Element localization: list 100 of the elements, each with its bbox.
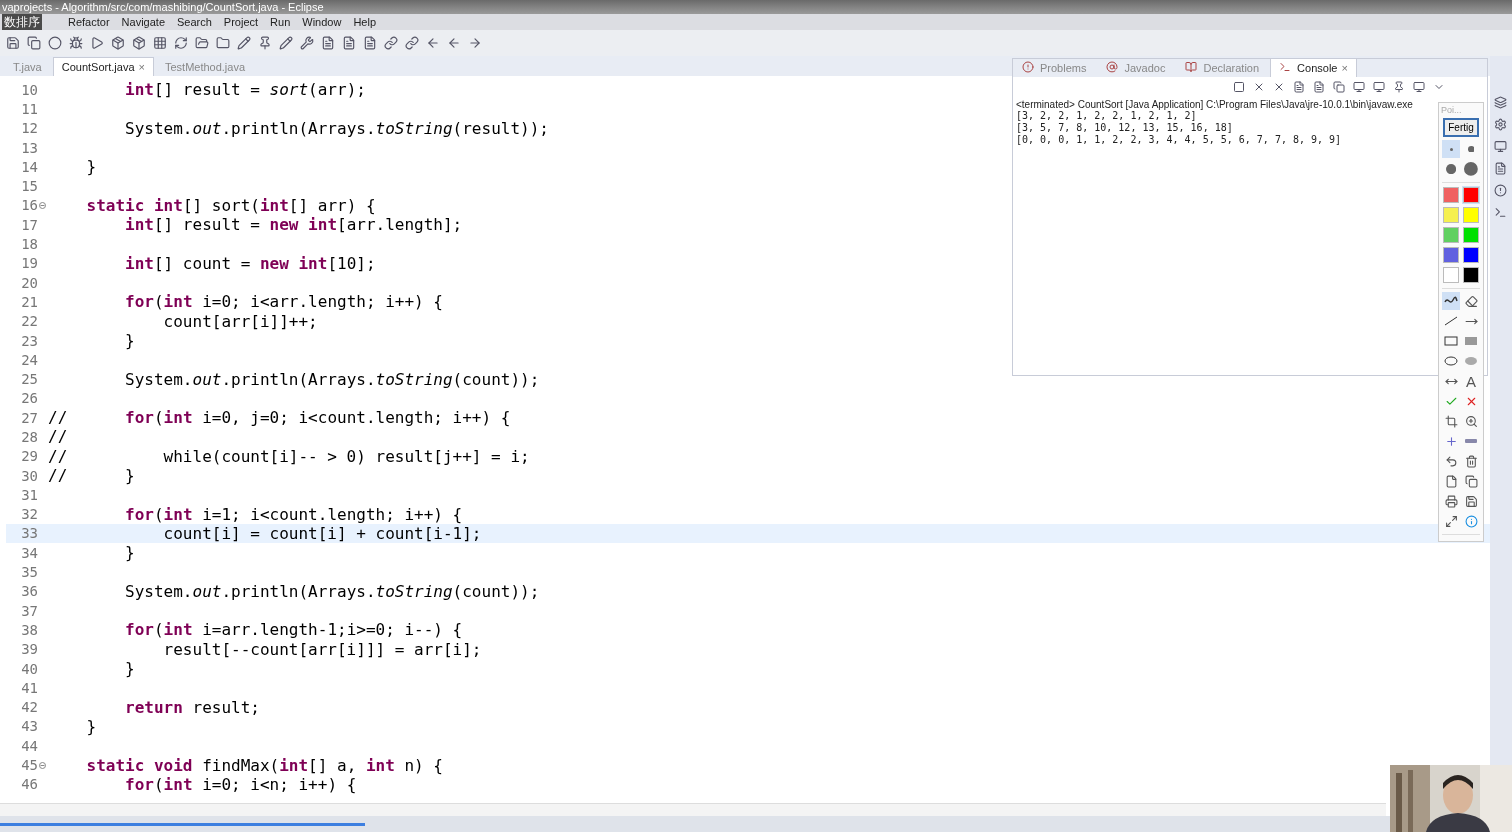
line-number: 37 [20, 602, 38, 619]
code-line: return result; [124, 697, 260, 717]
line-number: 12 [20, 120, 38, 137]
line-number: 29 [20, 448, 38, 465]
line-icon [1444, 316, 1458, 326]
code-line: static void findMax(int[] a, int n) { [85, 755, 443, 775]
bug-icon[interactable] [69, 36, 83, 50]
code-line: for(int i=0; i<arr.length; i++) { [124, 292, 443, 312]
folder-icon[interactable] [216, 36, 230, 50]
terminal-icon[interactable] [1494, 206, 1508, 220]
code-line: int[] result = sort(arr); [124, 80, 366, 100]
settings-icon[interactable] [1494, 118, 1508, 132]
plus-icon [1444, 434, 1458, 448]
dot-icon [1464, 162, 1478, 176]
document-icon[interactable] [1494, 162, 1508, 176]
fold-icon[interactable] [38, 201, 46, 209]
info-icon [1464, 514, 1478, 528]
monitor-icon[interactable] [1353, 81, 1367, 95]
code-line: int[] count = new int[10]; [124, 253, 376, 273]
code-line: } [124, 659, 135, 679]
line-number: 31 [20, 486, 38, 503]
stop-icon[interactable] [1233, 81, 1247, 95]
save-icon[interactable] [6, 36, 20, 50]
link-icon[interactable] [384, 36, 398, 50]
line-number: 10 [20, 81, 38, 98]
line-number: 42 [20, 699, 38, 716]
console-output: [0, 0, 0, 1, 1, 2, 2, 3, 4, 4, 5, 5, 6, 7, 7, 8, 9, 9] [1016, 134, 1342, 146]
menu-item[interactable]: Refactor [68, 16, 110, 28]
folder-icon[interactable] [195, 36, 209, 50]
line-number: 35 [20, 564, 38, 581]
editor-tab[interactable]: CountSort.java × [52, 57, 154, 76]
line-number: 14 [20, 158, 38, 175]
wrench-icon[interactable] [300, 36, 314, 50]
ellipse-icon [1444, 356, 1458, 366]
line-number: 15 [20, 178, 38, 195]
line-number: 34 [20, 544, 38, 561]
link-icon[interactable] [405, 36, 419, 50]
pin-icon[interactable] [258, 36, 272, 50]
copy-icon[interactable] [1333, 81, 1347, 95]
done-button[interactable]: Fertig [1443, 118, 1479, 137]
monitor-icon[interactable] [1373, 81, 1387, 95]
undo-icon [1444, 454, 1458, 468]
close-icon[interactable]: × [138, 61, 145, 73]
menu-item[interactable]: Run [270, 16, 291, 28]
layers-icon[interactable] [1494, 96, 1508, 110]
monitor-icon[interactable] [1494, 140, 1508, 154]
minus-icon [1465, 439, 1477, 443]
zoom-icon [1464, 414, 1478, 428]
code-line: } [85, 716, 97, 736]
menu-item[interactable]: Search [177, 16, 212, 28]
dot-icon [1449, 147, 1453, 151]
grid-icon[interactable] [153, 36, 167, 50]
alert-icon [1022, 61, 1036, 75]
document-icon[interactable] [342, 36, 356, 50]
play-icon[interactable] [90, 36, 104, 50]
pencil-icon[interactable] [237, 36, 251, 50]
code-line: for(int i=0; i<n; i++) { [124, 774, 357, 794]
alert-icon[interactable] [1494, 184, 1508, 198]
package-icon[interactable] [132, 36, 146, 50]
console-output: [3, 5, 7, 8, 10, 12, 13, 15, 16, 18] [1016, 122, 1233, 134]
code-line: for(int i=1; i<count.length; i++) { [124, 504, 463, 524]
document-icon[interactable] [321, 36, 335, 50]
code-line: System.out.println(Arrays.toString(result)); [124, 118, 549, 138]
eraser-icon [1464, 294, 1478, 308]
console-header: <terminated> CountSort [Java Application] C:\Program Files\Java\jre-10.0.1\bin\javaw.exe [1016, 99, 1413, 110]
brush-size-button[interactable] [1462, 160, 1480, 178]
menu-item[interactable]: Project [223, 16, 259, 28]
page-icon [1444, 474, 1458, 488]
text-tool-button[interactable]: A [1462, 372, 1480, 390]
menu-item[interactable]: Help [353, 16, 377, 28]
fold-icon[interactable] [38, 761, 46, 769]
code-line: // while(count[i]-- > 0) result[j++] = i; [47, 446, 530, 466]
code-line: } [85, 157, 97, 177]
line-number: 27 [20, 409, 38, 426]
copy-tool-button[interactable] [1462, 472, 1480, 490]
line-number: 44 [20, 737, 38, 754]
print-tool-button[interactable] [1442, 492, 1460, 510]
document-icon[interactable] [363, 36, 377, 50]
code-line: result[--count[arr[i]]] = arr[i]; [162, 639, 482, 659]
circle-icon[interactable] [48, 36, 62, 50]
close-icon[interactable]: × [1341, 62, 1348, 74]
menu-item[interactable]: Window [302, 16, 342, 28]
line-number: 36 [20, 583, 38, 600]
document-icon[interactable] [1313, 81, 1327, 95]
wave-tool-button[interactable] [1442, 292, 1460, 310]
horizontal-scrollbar[interactable] [0, 803, 1386, 816]
book-icon [1185, 61, 1200, 75]
pencil-icon[interactable] [279, 36, 293, 50]
package-icon[interactable] [111, 36, 125, 50]
code-line: for(int i=arr.length-1;i>=0; i--) { [124, 620, 463, 640]
menu-item[interactable]: Navigate [121, 16, 165, 28]
line-number: 20 [20, 274, 38, 291]
line-number: 16 [20, 197, 38, 214]
line-number: 43 [20, 718, 38, 735]
info-tool-button[interactable] [1462, 512, 1480, 530]
view-tab[interactable]: Console × [1270, 58, 1357, 77]
monitor-icon[interactable] [1413, 81, 1427, 95]
document-icon[interactable] [1293, 81, 1307, 95]
rectangle-icon [1444, 336, 1458, 346]
refresh-icon[interactable] [174, 36, 188, 50]
